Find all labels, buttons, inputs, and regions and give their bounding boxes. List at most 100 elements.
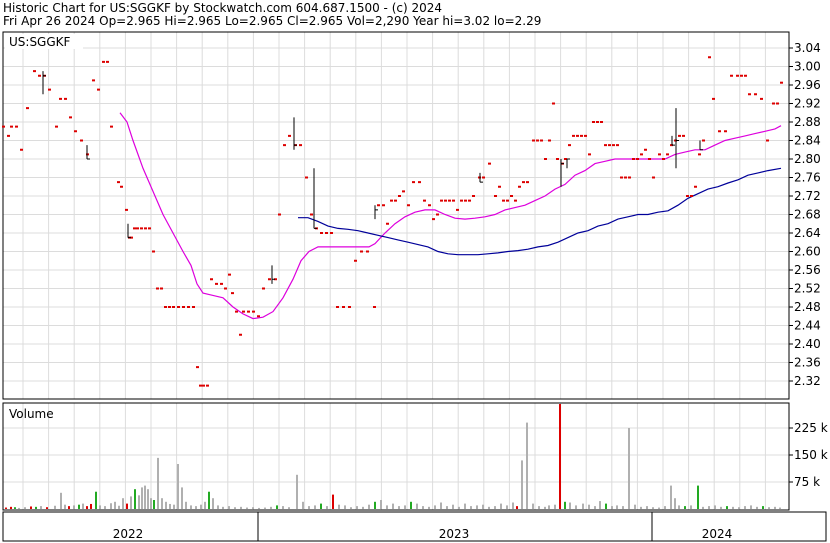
volume-bar bbox=[264, 507, 266, 509]
price-dot bbox=[10, 125, 13, 128]
volume-bar bbox=[702, 506, 704, 510]
x-label-2023: 2023 bbox=[439, 527, 470, 541]
price-dot bbox=[97, 88, 100, 91]
price-dot bbox=[452, 199, 455, 202]
volume-bar bbox=[374, 501, 376, 509]
price-dot bbox=[59, 97, 62, 100]
price-dot bbox=[440, 199, 443, 202]
price-dot bbox=[125, 208, 128, 211]
volume-bar bbox=[18, 507, 20, 510]
volume-bar bbox=[246, 507, 248, 509]
volume-bar bbox=[99, 505, 101, 509]
volume-bar bbox=[548, 505, 550, 509]
price-dot bbox=[748, 93, 751, 96]
price-dot bbox=[360, 250, 363, 253]
volume-bar bbox=[697, 485, 699, 509]
volume-bar bbox=[750, 505, 752, 509]
price-dot bbox=[540, 139, 543, 142]
price-dot bbox=[532, 139, 535, 142]
volume-bar bbox=[416, 503, 418, 509]
volume-bar bbox=[392, 503, 394, 509]
symbol-label: US:SGGKF bbox=[9, 35, 71, 49]
volume-bar bbox=[104, 506, 106, 510]
price-dot bbox=[342, 306, 345, 308]
volume-bar bbox=[526, 422, 528, 509]
price-dot bbox=[299, 144, 302, 147]
price-dot bbox=[730, 74, 733, 77]
price-dot bbox=[518, 185, 521, 188]
price-dot bbox=[136, 227, 139, 230]
volume-bar bbox=[768, 507, 770, 509]
volume-bar bbox=[380, 500, 382, 509]
volume-bar bbox=[714, 505, 716, 509]
price-dot bbox=[247, 310, 250, 313]
x-label-2024: 2024 bbox=[702, 527, 733, 541]
price-dot bbox=[658, 153, 661, 156]
volume-bar bbox=[10, 506, 12, 510]
price-dot bbox=[182, 306, 185, 308]
volume-bar bbox=[726, 506, 728, 510]
price-dot bbox=[268, 278, 271, 281]
volume-bar bbox=[464, 503, 466, 509]
price-dot bbox=[766, 139, 769, 142]
volume-bar bbox=[440, 502, 442, 510]
volume-bar bbox=[14, 507, 16, 509]
price-dot bbox=[772, 102, 775, 105]
price-dot bbox=[15, 125, 18, 128]
price-dot bbox=[482, 176, 485, 179]
price-dot bbox=[366, 250, 369, 253]
volume-bar bbox=[169, 503, 171, 509]
volume-bar bbox=[130, 496, 132, 509]
header-line-2: Fri Apr 26 2024 Op=2.965 Hi=2.965 Lo=2.9… bbox=[3, 14, 541, 28]
price-dot bbox=[231, 292, 234, 295]
price-dot bbox=[460, 199, 463, 202]
volume-bar bbox=[138, 495, 140, 510]
volume-bar bbox=[258, 507, 260, 510]
price-dot bbox=[632, 158, 635, 160]
price-dot bbox=[640, 153, 643, 156]
volume-bar bbox=[78, 504, 80, 509]
price-dot bbox=[160, 287, 163, 290]
price-dot bbox=[494, 195, 497, 197]
volume-bar bbox=[40, 506, 42, 510]
price-dot bbox=[620, 176, 623, 179]
volume-bar bbox=[95, 491, 97, 510]
price-tick-label: 2.84 bbox=[794, 134, 821, 148]
price-dot bbox=[354, 259, 357, 262]
price-dot bbox=[187, 306, 190, 308]
price-dot bbox=[20, 148, 23, 151]
x-label-2022: 2022 bbox=[113, 527, 144, 541]
volume-bar bbox=[616, 505, 618, 509]
price-tick-label: 2.96 bbox=[794, 78, 821, 92]
volume-bar bbox=[190, 505, 192, 509]
volume-bar bbox=[664, 506, 666, 510]
volume-bar bbox=[308, 506, 310, 510]
price-dot bbox=[690, 195, 693, 197]
volume-bar bbox=[521, 460, 523, 509]
price-dot bbox=[278, 213, 281, 216]
price-dot bbox=[235, 310, 238, 313]
price-dot bbox=[26, 107, 29, 110]
price-dot bbox=[624, 176, 627, 179]
volume-bar bbox=[350, 507, 352, 509]
volume-bar bbox=[605, 503, 607, 509]
price-dot bbox=[536, 139, 539, 142]
price-dot bbox=[544, 158, 547, 160]
price-dot bbox=[202, 384, 205, 387]
price-dot bbox=[423, 199, 426, 202]
volume-bar bbox=[386, 505, 388, 509]
price-dot bbox=[596, 121, 599, 123]
price-dot bbox=[192, 306, 195, 308]
volume-bar bbox=[554, 504, 556, 509]
volume-bar bbox=[470, 506, 472, 510]
price-dot bbox=[64, 97, 67, 100]
volume-bar bbox=[302, 501, 304, 509]
price-dot bbox=[600, 121, 603, 123]
volume-bar bbox=[732, 506, 734, 510]
price-dot bbox=[398, 195, 401, 197]
volume-bar bbox=[282, 506, 284, 510]
volume-bar bbox=[320, 503, 322, 509]
volume-bar bbox=[288, 507, 290, 509]
volume-bar bbox=[144, 485, 146, 509]
volume-bar bbox=[150, 498, 152, 509]
